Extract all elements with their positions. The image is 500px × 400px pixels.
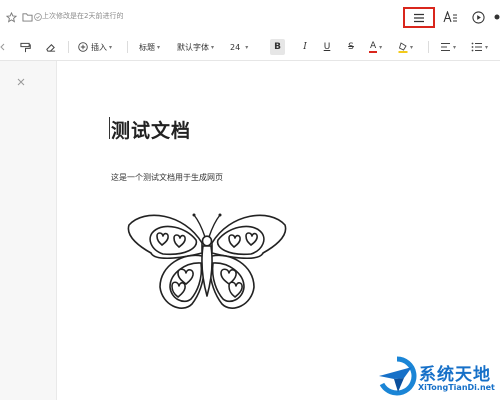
outline-button[interactable] bbox=[403, 7, 435, 28]
menu-icon bbox=[405, 9, 433, 26]
check-circle-icon bbox=[33, 12, 42, 21]
format-toolbar bbox=[0, 34, 500, 61]
highlighter-icon bbox=[398, 41, 408, 53]
insert-label: 插入 bbox=[91, 42, 107, 52]
format-painter-icon[interactable] bbox=[18, 40, 32, 54]
document-paragraph[interactable]: 这是一个测试文档用于生成网页 bbox=[111, 172, 223, 183]
list-button[interactable]: ▾ bbox=[471, 40, 488, 54]
plus-circle-icon bbox=[78, 42, 88, 52]
watermark-logo bbox=[376, 356, 418, 396]
font-color-glyph: A bbox=[369, 40, 378, 53]
move-to-folder-icon[interactable] bbox=[21, 11, 33, 23]
list-icon bbox=[471, 42, 483, 52]
star-icon[interactable] bbox=[5, 11, 17, 23]
save-status: 上次修改是在2天前进行的 bbox=[42, 12, 124, 20]
close-icon[interactable] bbox=[16, 77, 26, 87]
chevron-down-icon: ▾ bbox=[453, 43, 457, 51]
strikethrough-button[interactable]: S bbox=[346, 40, 356, 54]
toolbar-divider bbox=[428, 41, 429, 53]
font-label: 默认字体 bbox=[177, 42, 209, 52]
italic-glyph: I bbox=[303, 42, 307, 52]
chevron-down-icon: ▾ bbox=[485, 43, 489, 51]
font-select[interactable]: 默认字体 ▾ bbox=[177, 40, 214, 54]
text-cursor bbox=[109, 117, 110, 139]
play-circle-icon[interactable] bbox=[471, 10, 485, 24]
chevron-down-icon: ▾ bbox=[211, 43, 215, 51]
insert-button[interactable]: 插入 ▾ bbox=[78, 40, 112, 54]
watermark-title: 系统天地 bbox=[419, 365, 491, 385]
outline-sidebar bbox=[0, 61, 57, 400]
font-size-select[interactable]: 24 ▾ bbox=[230, 40, 248, 54]
heading-select[interactable]: 标题 ▾ bbox=[139, 40, 160, 54]
eraser-icon[interactable] bbox=[43, 40, 57, 54]
font-size-label: 24 bbox=[230, 42, 241, 52]
text-style-icon[interactable] bbox=[442, 10, 458, 24]
toolbar-divider bbox=[68, 41, 69, 53]
chevron-down-icon: ▾ bbox=[109, 43, 113, 51]
top-bar: 上次修改是在2天前进行的 bbox=[0, 0, 500, 34]
butterfly-image[interactable] bbox=[124, 210, 290, 318]
bold-glyph: B bbox=[274, 42, 281, 52]
chevron-down-icon: ▾ bbox=[379, 43, 383, 51]
chevron-down-icon: ▾ bbox=[157, 43, 161, 51]
document-title[interactable]: 测试文档 bbox=[111, 116, 191, 143]
font-color-button[interactable]: A ▾ bbox=[369, 40, 382, 54]
underline-glyph: U bbox=[323, 42, 331, 52]
strikethrough-glyph: S bbox=[348, 42, 354, 52]
undo-icon[interactable] bbox=[0, 40, 5, 54]
more-icon[interactable] bbox=[494, 10, 500, 24]
align-button[interactable]: ▾ bbox=[440, 40, 456, 54]
toolbar-divider bbox=[127, 41, 128, 53]
watermark-url: XiTongTianDi.net bbox=[418, 383, 495, 392]
align-left-icon bbox=[440, 42, 451, 52]
bold-button[interactable]: B bbox=[270, 39, 285, 55]
chevron-down-icon: ▾ bbox=[245, 43, 249, 51]
underline-button[interactable]: U bbox=[322, 40, 332, 54]
highlight-button[interactable]: ▾ bbox=[398, 40, 413, 54]
chevron-down-icon: ▾ bbox=[410, 43, 414, 51]
heading-label: 标题 bbox=[139, 42, 155, 52]
italic-button[interactable]: I bbox=[300, 40, 310, 54]
